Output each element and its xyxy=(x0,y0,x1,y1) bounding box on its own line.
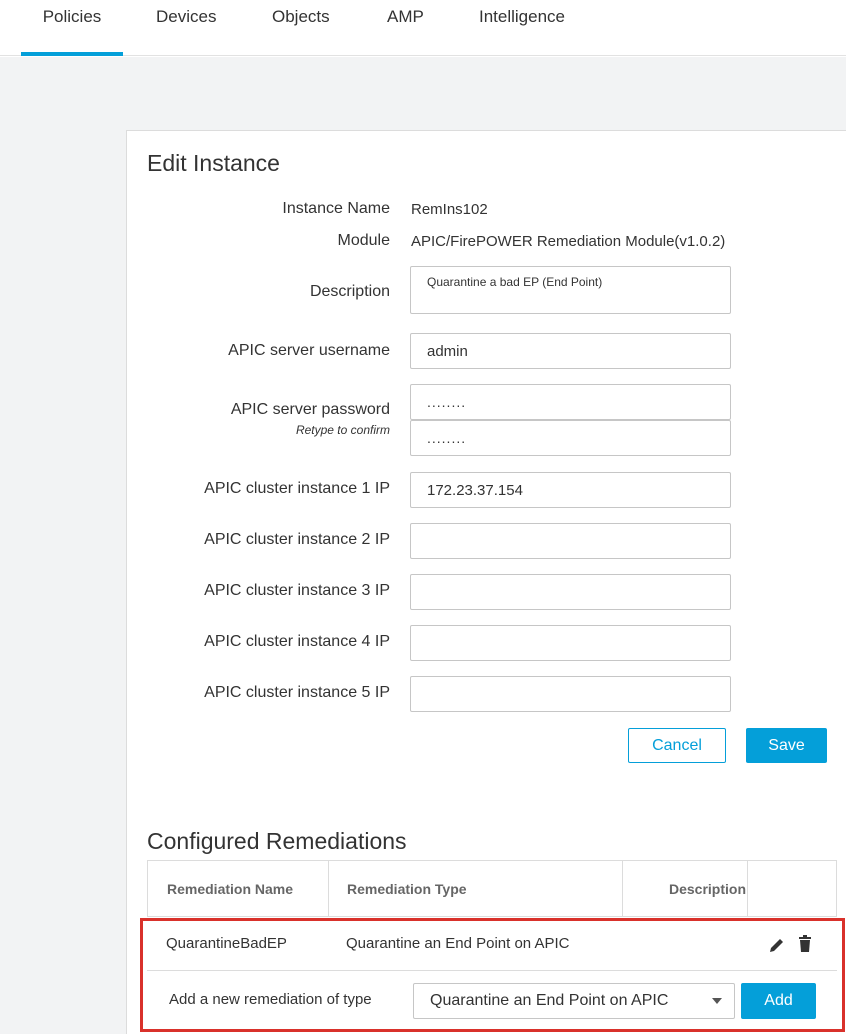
cluster-ip-4-label: APIC cluster instance 4 IP xyxy=(204,633,390,650)
highlight-box xyxy=(140,918,845,1032)
instance-name-label: Instance Name xyxy=(282,200,390,217)
cluster-ip-4-field[interactable] xyxy=(410,625,731,661)
description-field[interactable] xyxy=(410,266,731,314)
instance-name-value: RemIns102 xyxy=(411,201,488,218)
password-confirm-field[interactable] xyxy=(410,420,731,456)
cluster-ip-2-field[interactable] xyxy=(410,523,731,559)
cluster-ip-5-label: APIC cluster instance 5 IP xyxy=(204,684,390,701)
column-header-remediation-type: Remediation Type xyxy=(347,881,467,897)
save-button[interactable]: Save xyxy=(746,728,827,763)
cluster-ip-3-label: APIC cluster instance 3 IP xyxy=(204,582,390,599)
tab-amp[interactable]: AMP xyxy=(387,0,424,56)
column-divider xyxy=(622,861,623,917)
module-label: Module xyxy=(337,232,390,249)
username-field[interactable] xyxy=(410,333,731,369)
column-header-description: Description xyxy=(669,881,747,897)
username-label: APIC server username xyxy=(228,342,390,359)
configured-remediations-title: Configured Remediations xyxy=(147,828,407,854)
column-divider xyxy=(328,861,329,917)
remediations-table-header: Remediation Name Remediation Type Descri… xyxy=(147,860,837,917)
cluster-ip-5-field[interactable] xyxy=(410,676,731,712)
cancel-button[interactable]: Cancel xyxy=(628,728,726,763)
tab-devices[interactable]: Devices xyxy=(156,0,216,56)
password-label: APIC server password xyxy=(230,401,390,418)
password-hint: Retype to confirm xyxy=(295,423,390,437)
cluster-ip-3-field[interactable] xyxy=(410,574,731,610)
password-field[interactable] xyxy=(410,384,731,420)
tab-objects[interactable]: Objects xyxy=(272,0,330,56)
description-label: Description xyxy=(309,283,390,300)
tab-intelligence[interactable]: Intelligence xyxy=(479,0,565,56)
tab-policies[interactable]: Policies xyxy=(21,0,123,56)
column-divider xyxy=(747,861,748,917)
cluster-ip-2-label: APIC cluster instance 2 IP xyxy=(204,531,390,548)
cluster-ip-1-field[interactable] xyxy=(410,472,731,508)
edit-instance-title: Edit Instance xyxy=(147,150,280,176)
top-navigation: Policies Devices Objects AMP Intelligenc… xyxy=(0,0,846,56)
module-value: APIC/FirePOWER Remediation Module(v1.0.2… xyxy=(411,233,726,250)
column-header-remediation-name: Remediation Name xyxy=(167,881,294,897)
cluster-ip-1-label: APIC cluster instance 1 IP xyxy=(204,480,390,497)
